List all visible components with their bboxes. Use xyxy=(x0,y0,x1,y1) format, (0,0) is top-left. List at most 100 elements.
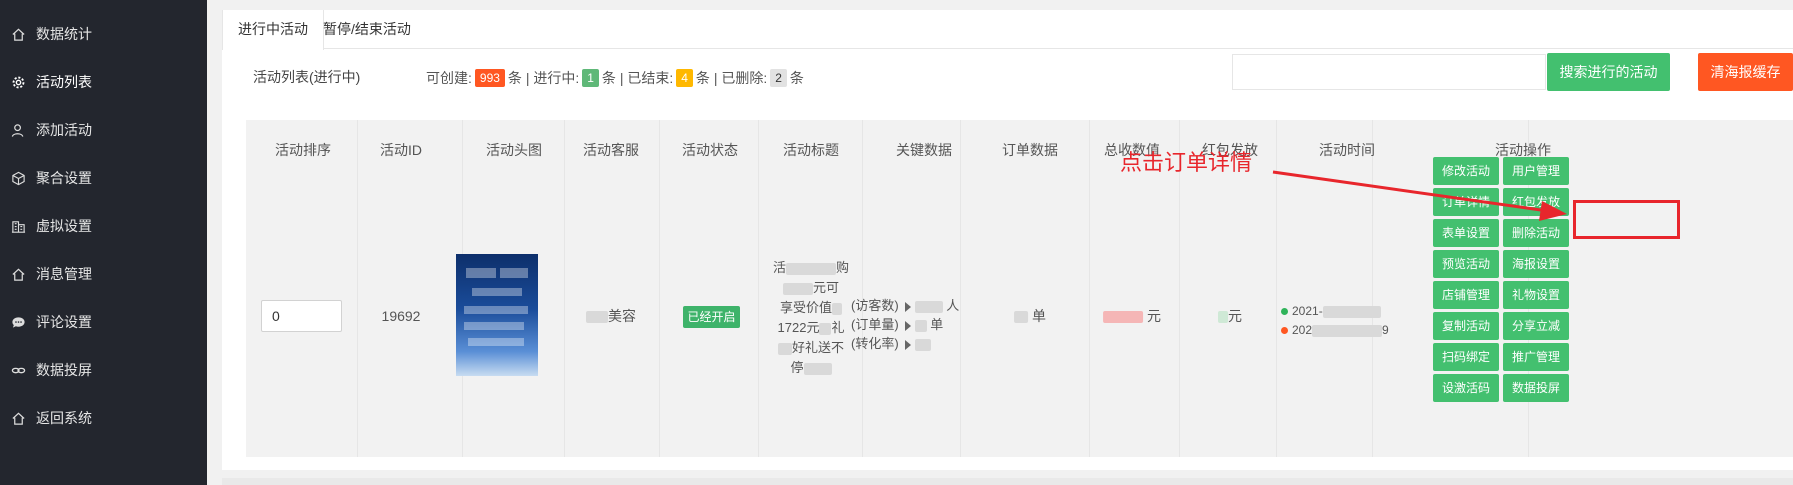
ongoing-badge: 1 xyxy=(582,69,599,87)
sidebar-item-virtual-settings[interactable]: 虚拟设置 xyxy=(0,201,207,251)
annotation-highlight-box xyxy=(1573,200,1680,239)
column-divider xyxy=(1089,120,1090,457)
activity-table: 活动排序 活动ID 活动头图 活动客服 活动状态 活动标题 关键数据 订单数据 … xyxy=(246,120,1793,457)
stat-unit: 条 xyxy=(601,70,616,86)
stat-sep: | xyxy=(619,70,624,86)
next-row-strip xyxy=(222,478,1793,485)
copy-activity-button[interactable]: 复制活动 xyxy=(1433,312,1499,340)
shop-management-button[interactable]: 店铺管理 xyxy=(1433,281,1499,309)
stat-unit: 条 xyxy=(507,70,522,86)
header-order-data: 订单数据 xyxy=(1002,142,1058,158)
revenue-value: 元 xyxy=(1103,306,1161,326)
gift-settings-button[interactable]: 礼物设置 xyxy=(1503,281,1569,309)
can-create-badge: 993 xyxy=(474,69,505,87)
sort-order-input[interactable]: 0 xyxy=(261,300,342,332)
sidebar-item-data-screen[interactable]: 数据投屏 xyxy=(0,345,207,395)
sidebar-item-label: 数据投屏 xyxy=(36,362,92,378)
sidebar-item-stats[interactable]: 数据统计 xyxy=(0,9,207,59)
cube-icon xyxy=(10,170,26,186)
share-discount-button[interactable]: 分享立减 xyxy=(1503,312,1569,340)
main-content: 进行中活动 暂停/结束活动 活动列表(进行中) 可创建: 993 条 | 进行中… xyxy=(207,0,1793,485)
activity-cover-image[interactable] xyxy=(456,254,538,376)
key-data: (访客数) 人 (订单量) 单 (转化率) xyxy=(851,298,960,351)
gear-icon xyxy=(10,74,26,90)
sidebar-item-back-to-system[interactable]: 返回系统 xyxy=(0,393,207,443)
stat-label: 可创建: xyxy=(426,70,472,86)
sidebar: 数据统计 活动列表 添加活动 聚合设置 虚拟设置 消息管理 评论设置 数据投屏 … xyxy=(0,0,207,485)
header-cover-image: 活动头图 xyxy=(486,142,542,158)
data-screen-button[interactable]: 数据投屏 xyxy=(1503,374,1569,402)
stat-sep: | xyxy=(713,70,718,86)
user-icon xyxy=(10,122,26,138)
red-packet-button[interactable]: 红包发放 xyxy=(1503,188,1569,216)
form-settings-button[interactable]: 表单设置 xyxy=(1433,219,1499,247)
end-dot-icon xyxy=(1281,327,1288,335)
header-status: 活动状态 xyxy=(682,142,738,158)
header-customer-service: 活动客服 xyxy=(583,142,639,158)
column-divider xyxy=(1372,120,1373,457)
sidebar-item-label: 数据统计 xyxy=(36,26,92,42)
deleted-badge: 2 xyxy=(770,69,787,87)
sidebar-item-label: 消息管理 xyxy=(36,266,92,282)
list-title: 活动列表(进行中) xyxy=(253,69,361,85)
content-panel: 进行中活动 暂停/结束活动 活动列表(进行中) 可创建: 993 条 | 进行中… xyxy=(222,10,1793,470)
order-count: 单 xyxy=(1014,306,1046,326)
activity-time: 2021- 202 9 xyxy=(1281,302,1389,340)
stat-unit: 条 xyxy=(695,70,710,86)
sidebar-item-add-activity[interactable]: 添加活动 xyxy=(0,105,207,155)
sidebar-item-activity-list[interactable]: 活动列表 xyxy=(0,57,207,107)
stat-label: 已删除: xyxy=(721,70,768,86)
start-dot-icon xyxy=(1281,308,1288,316)
header-sort: 活动排序 xyxy=(275,142,331,158)
sidebar-item-aggregate-settings[interactable]: 聚合设置 xyxy=(0,153,207,203)
sidebar-item-label: 返回系统 xyxy=(36,410,92,426)
sidebar-item-label: 虚拟设置 xyxy=(36,218,92,234)
activity-id: 19692 xyxy=(381,308,421,324)
sidebar-item-label: 添加活动 xyxy=(36,122,92,138)
column-divider xyxy=(1276,120,1277,457)
link-icon xyxy=(10,362,26,378)
sidebar-item-label: 评论设置 xyxy=(36,314,92,330)
activation-code-button[interactable]: 设激活码 xyxy=(1433,374,1499,402)
annotation-text: 点击订单详情 xyxy=(1120,150,1253,175)
search-button[interactable]: 搜索进行的活动 xyxy=(1547,53,1670,91)
ended-badge: 4 xyxy=(676,69,693,87)
customer-service: 美容 xyxy=(586,306,636,326)
stat-sep: | xyxy=(525,70,530,86)
tab-paused-ended[interactable]: 暂停/结束活动 xyxy=(308,10,426,49)
red-packet-amount: 元 xyxy=(1218,306,1242,326)
sidebar-item-messages[interactable]: 消息管理 xyxy=(0,249,207,299)
order-details-button[interactable]: 订单详情 xyxy=(1433,188,1499,216)
sidebar-item-label: 聚合设置 xyxy=(36,170,92,186)
user-management-button[interactable]: 用户管理 xyxy=(1503,157,1569,185)
column-divider xyxy=(960,120,961,457)
header-activity-id: 活动ID xyxy=(380,142,422,158)
column-divider xyxy=(564,120,565,457)
home-icon xyxy=(10,410,26,426)
chat-icon xyxy=(10,314,26,330)
column-divider xyxy=(659,120,660,457)
clear-poster-cache-button[interactable]: 清海报缓存 xyxy=(1698,53,1793,91)
promotion-management-button[interactable]: 推广管理 xyxy=(1503,343,1569,371)
home-icon xyxy=(10,266,26,282)
header-key-data: 关键数据 xyxy=(896,142,952,158)
delete-activity-button[interactable]: 删除活动 xyxy=(1503,219,1569,247)
stat-label: 已结束: xyxy=(627,70,674,86)
status-badge: 已经开启 xyxy=(683,306,740,328)
header-title: 活动标题 xyxy=(783,142,839,158)
stat-label: 进行中: xyxy=(533,70,580,86)
home-icon xyxy=(10,26,26,42)
scan-bind-button[interactable]: 扫码绑定 xyxy=(1433,343,1499,371)
stats-summary: 可创建: 993 条 | 进行中: 1 条 | 已结束: 4 条 | 已删除: … xyxy=(426,68,804,88)
preview-activity-button[interactable]: 预览活动 xyxy=(1433,250,1499,278)
building-icon xyxy=(10,218,26,234)
sidebar-item-comments[interactable]: 评论设置 xyxy=(0,297,207,347)
search-input[interactable] xyxy=(1232,54,1546,90)
header-activity-time: 活动时间 xyxy=(1319,142,1375,158)
tab-bar: 进行中活动 暂停/结束活动 xyxy=(222,10,1793,50)
edit-activity-button[interactable]: 修改活动 xyxy=(1433,157,1499,185)
column-divider xyxy=(357,120,358,457)
sidebar-item-label: 活动列表 xyxy=(36,74,92,90)
poster-settings-button[interactable]: 海报设置 xyxy=(1503,250,1569,278)
stat-unit: 条 xyxy=(789,70,804,86)
